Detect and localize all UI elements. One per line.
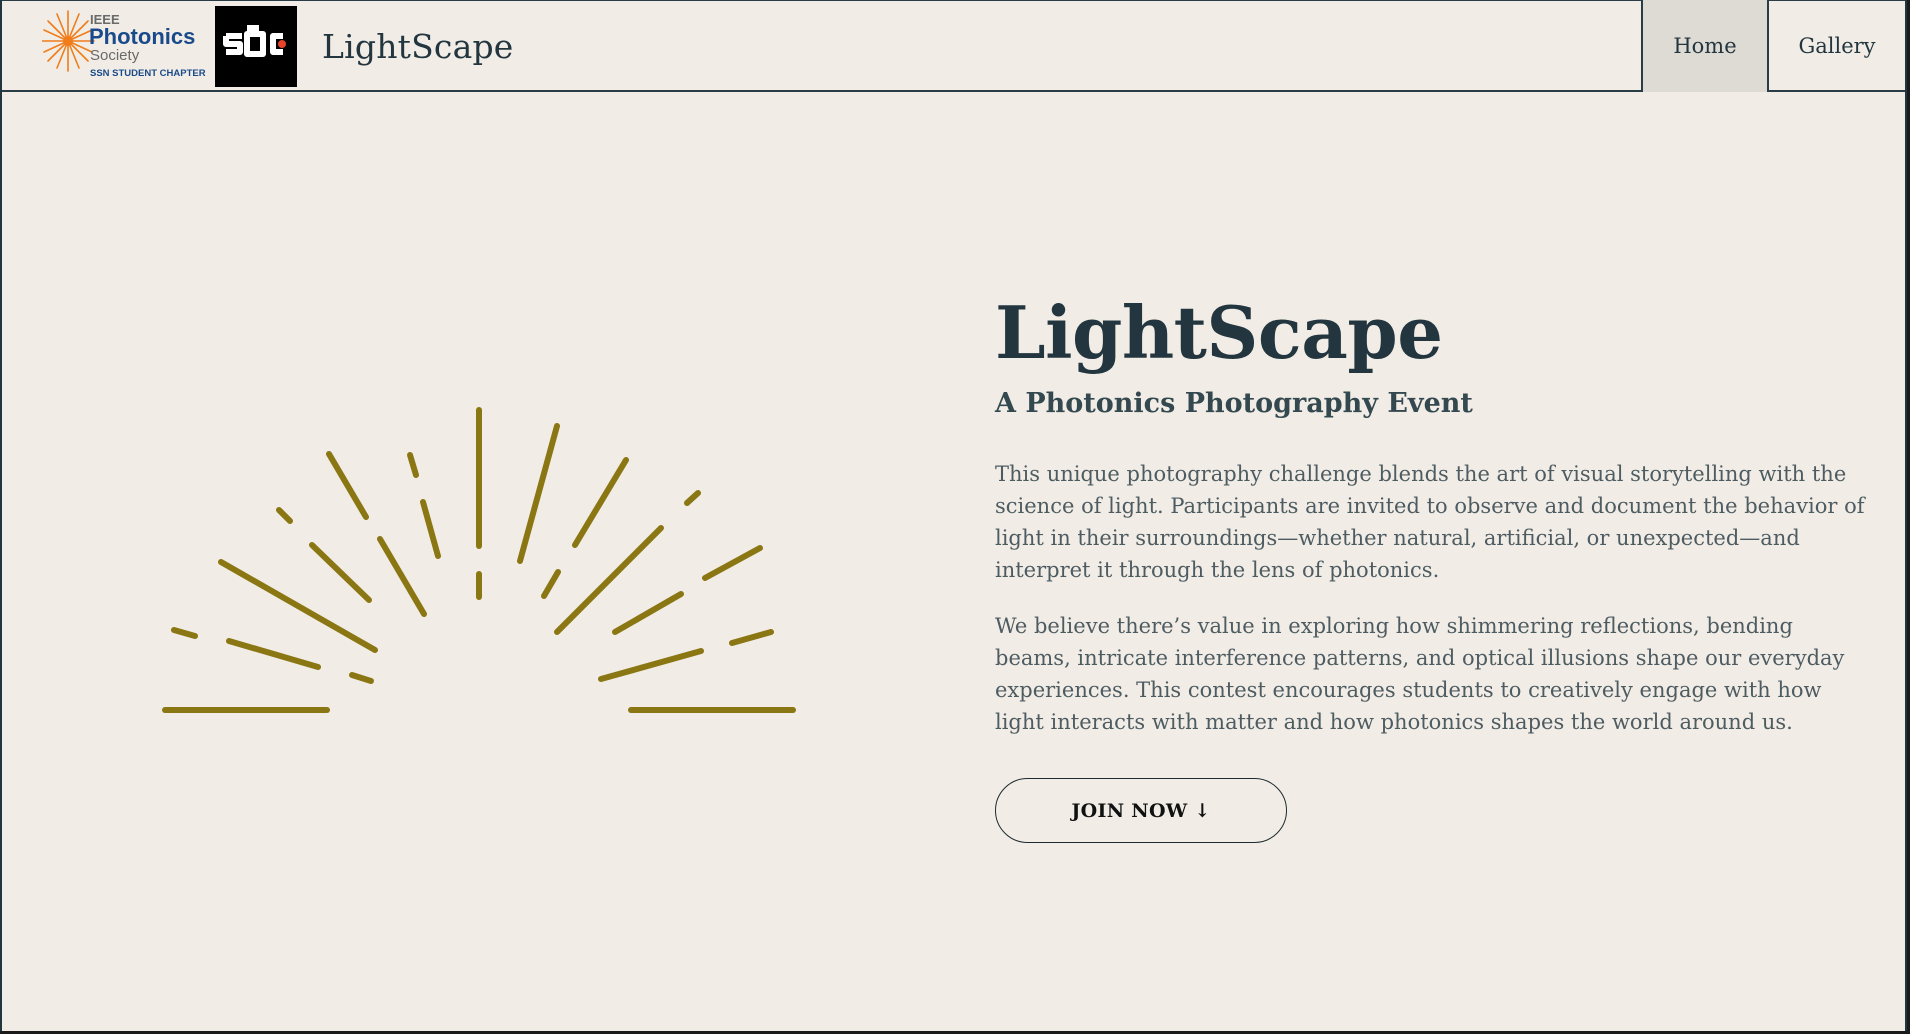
ray-line bbox=[684, 490, 701, 506]
hero-description-2: We believe there’s value in exploring ho… bbox=[995, 614, 1845, 734]
ray-line bbox=[326, 451, 369, 520]
ray-line bbox=[598, 648, 704, 682]
ray-line bbox=[407, 452, 419, 478]
brand-title[interactable]: LightScape bbox=[322, 25, 514, 69]
ray-line bbox=[171, 627, 198, 639]
navbar: IEEE Photonics Society SSN STUDENT CHAPT… bbox=[2, 0, 1905, 92]
sdc-logo[interactable] bbox=[215, 6, 297, 87]
ray-line bbox=[517, 423, 560, 564]
hero-section: LightScape A Photonics Photography Event… bbox=[995, 290, 1875, 843]
ray-line bbox=[276, 507, 293, 524]
ieee-logo-line2: Photonics bbox=[89, 24, 195, 49]
ray-line bbox=[349, 672, 374, 684]
ray-line bbox=[729, 629, 774, 646]
ieee-photonics-logo[interactable]: IEEE Photonics Society SSN STUDENT CHAPT… bbox=[42, 9, 207, 83]
page: IEEE Photonics Society SSN STUDENT CHAPT… bbox=[0, 0, 1907, 1031]
nav-gallery-link[interactable]: Gallery bbox=[1769, 0, 1905, 92]
ray-line bbox=[572, 457, 629, 548]
ray-line bbox=[226, 638, 321, 670]
ray-line bbox=[420, 499, 441, 559]
ray-line bbox=[377, 536, 427, 617]
hero-title: LightScape bbox=[995, 290, 1443, 375]
ray-line bbox=[541, 569, 561, 599]
hero-subtitle: A Photonics Photography Event bbox=[995, 388, 1473, 419]
join-now-button[interactable]: JOIN NOW ↓ bbox=[995, 778, 1287, 843]
hero-description: This unique photography challenge blends… bbox=[995, 462, 1865, 582]
ieee-logo-line4: SSN STUDENT CHAPTER bbox=[90, 68, 206, 79]
ray-line bbox=[702, 545, 763, 581]
ray-line bbox=[309, 542, 372, 603]
ray-line bbox=[218, 559, 378, 653]
nav-home-link[interactable]: Home bbox=[1641, 0, 1769, 92]
sdc-logo-icon bbox=[223, 25, 286, 57]
ray-line bbox=[612, 591, 684, 635]
ieee-logo-line3: Society bbox=[90, 47, 140, 64]
light-rays-icon bbox=[162, 407, 796, 713]
